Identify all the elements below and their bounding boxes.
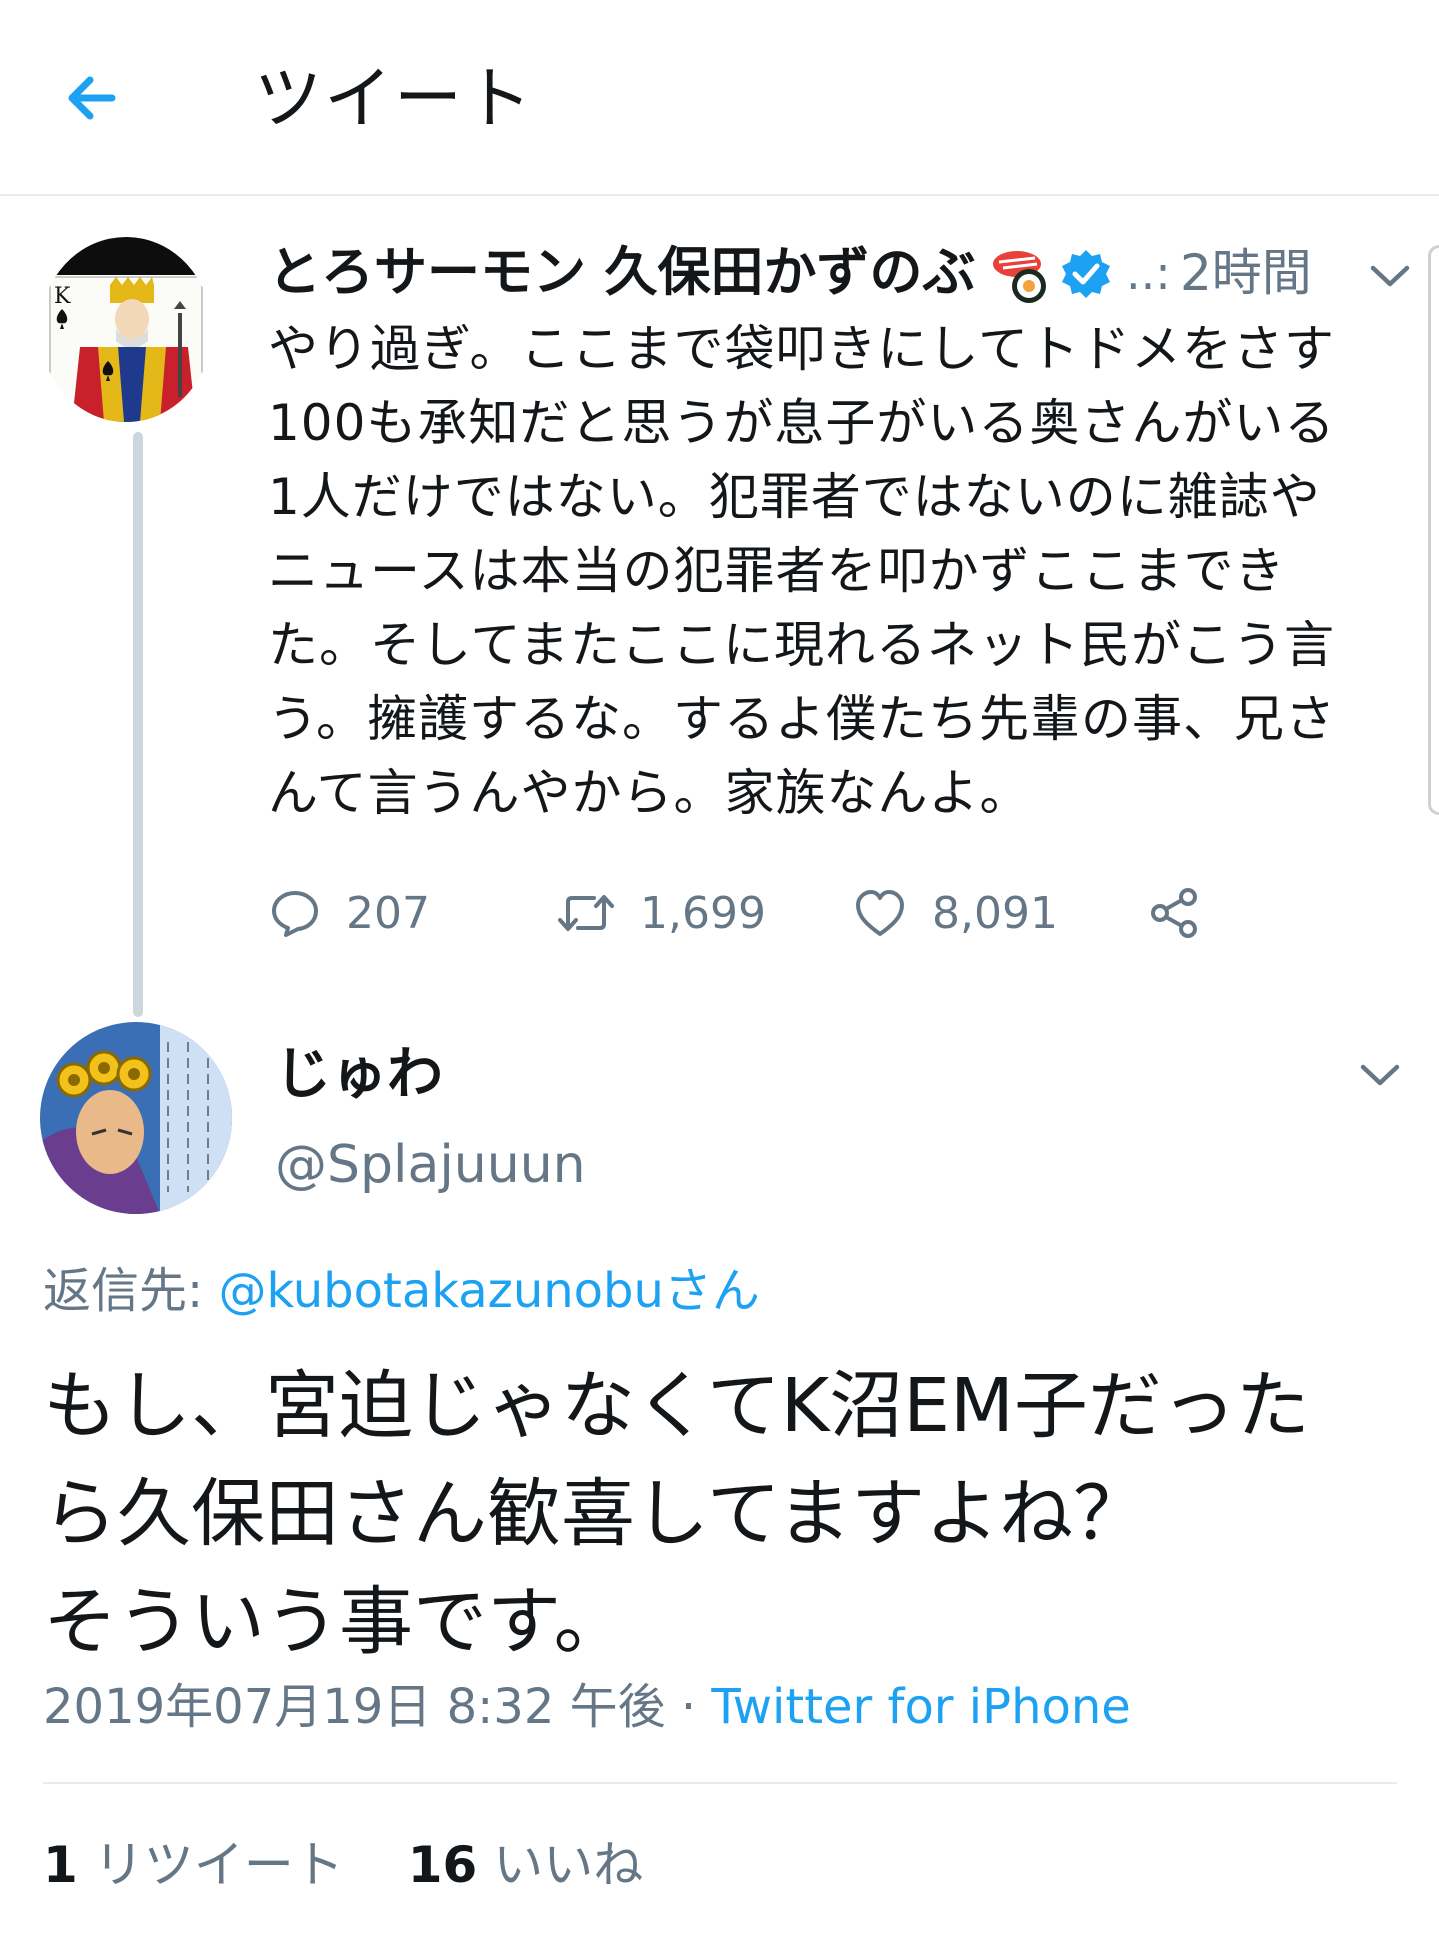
scrollbar-edge[interactable] — [1428, 245, 1439, 815]
divider — [43, 1782, 1397, 1784]
chevron-down-icon[interactable] — [1355, 1055, 1405, 1095]
header-bar: ツイート — [0, 0, 1439, 196]
heart-icon — [856, 890, 904, 936]
share-button[interactable] — [1148, 878, 1200, 948]
reply-icon — [272, 891, 318, 937]
retweets-stat[interactable]: 1 リツイート — [43, 1836, 344, 1894]
like-count: 8,091 — [932, 887, 1058, 939]
parent-handle: ..: — [1126, 246, 1171, 300]
reply-to-line: 返信先: @kubotakazunobuさん — [43, 1256, 760, 1326]
retweet-stat-count: 1 — [43, 1836, 78, 1894]
reply-to-label: 返信先: — [43, 1263, 219, 1319]
retweet-button[interactable]: 1,699 — [558, 878, 766, 948]
reply-count: 207 — [346, 887, 430, 939]
parent-avatar[interactable]: K — [40, 237, 212, 422]
parent-tweet-text: やり過ぎ。ここまで袋叩きにしてトドメをさす 100も承知だと思うが息子がいる奥さ… — [268, 320, 1336, 822]
like-stat-label: いいね — [493, 1836, 644, 1894]
parent-display-name[interactable]: とろサーモン 久保田かずのぶ — [268, 238, 975, 308]
svg-text:K: K — [54, 284, 71, 309]
sushi-icon — [993, 251, 1046, 303]
reply-avatar[interactable] — [40, 1022, 232, 1214]
parent-timestamp[interactable]: 2時間 — [1180, 238, 1312, 308]
parent-action-bar: 207 1,699 8,091 — [268, 878, 1268, 948]
retweet-stat-label: リツイート — [93, 1836, 344, 1894]
like-button[interactable]: 8,091 — [854, 878, 1058, 948]
parent-tweet-header: とろサーモン 久保田かずのぶ ..: 2時間 — [268, 238, 1418, 308]
thread-connector — [133, 432, 143, 1017]
tweet-stats: 1 リツイート 16 いいね — [43, 1830, 691, 1900]
back-arrow-icon — [68, 76, 116, 120]
verified-icon — [1062, 250, 1110, 298]
back-button[interactable] — [62, 62, 134, 134]
page-title: ツイート — [254, 60, 535, 139]
reply-display-name[interactable]: じゅわ — [275, 1040, 443, 1110]
reply-tweet-text: もし、宮迫じゃなくてK沼EM子だった ら久保田さん歓喜してますよね？ そういう事… — [43, 1363, 1310, 1665]
reply-button[interactable]: 207 — [270, 878, 430, 948]
retweet-count: 1,699 — [640, 887, 766, 939]
tweet-timestamp: 2019年07月19日 8:32 午後 · — [43, 1679, 712, 1735]
reply-handle[interactable]: @Splajuuun — [275, 1130, 586, 1200]
like-stat-count: 16 — [407, 1836, 478, 1894]
tweet-meta: 2019年07月19日 8:32 午後 · Twitter for iPhone — [43, 1672, 1131, 1742]
chevron-down-icon[interactable] — [1365, 256, 1415, 296]
tweet-source-link[interactable]: Twitter for iPhone — [711, 1679, 1130, 1735]
reply-to-mention[interactable]: @kubotakazunobuさん — [218, 1263, 759, 1319]
share-icon — [1151, 888, 1197, 938]
likes-stat[interactable]: 16 いいね — [408, 1836, 644, 1894]
retweet-icon — [558, 895, 614, 931]
